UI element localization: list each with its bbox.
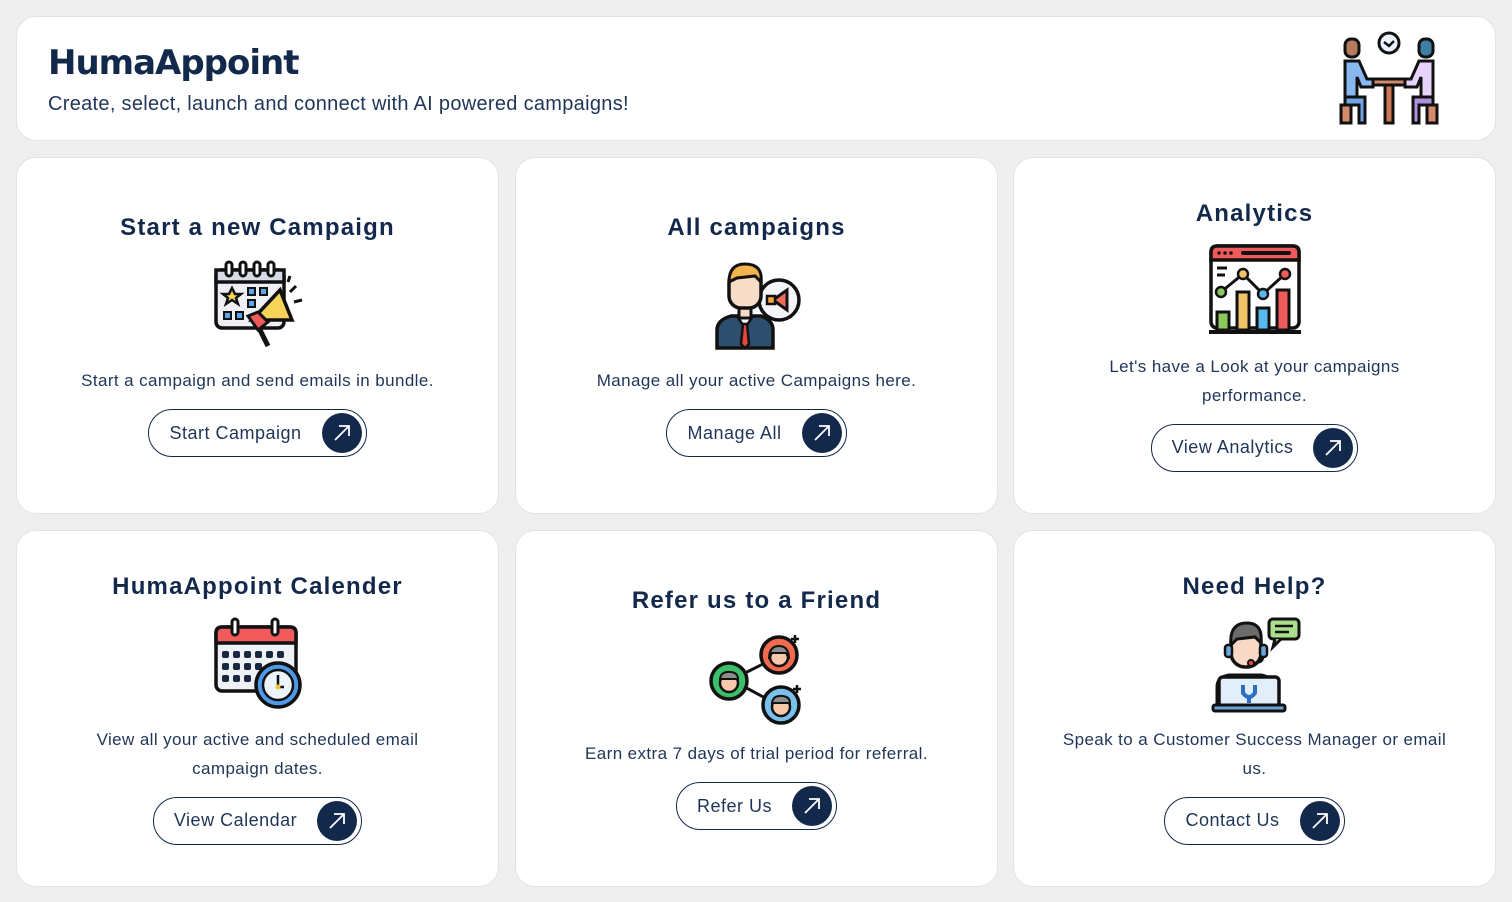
card-refer-friend: Refer us to a Friend Earn extra 7 days o… xyxy=(515,530,998,887)
card-description: View all your active and scheduled email… xyxy=(96,729,419,778)
analytics-chart-icon xyxy=(1208,243,1301,334)
card-title: Need Help? xyxy=(1182,572,1327,600)
arrow-up-right-icon xyxy=(317,800,358,841)
card-title: All campaigns xyxy=(667,214,846,241)
support-agent-icon xyxy=(1211,617,1300,712)
card-title: Refer us to a Friend xyxy=(631,587,882,614)
button-label: Contact Us xyxy=(1185,810,1280,830)
meeting-table-icon xyxy=(1339,31,1439,125)
card-description: Manage all your active Campaigns here. xyxy=(596,371,917,390)
businessman-megaphone-icon xyxy=(714,262,801,350)
card-analytics: Analytics Let's have a Look at your camp… xyxy=(1013,157,1496,514)
button-label: Start Campaign xyxy=(169,422,302,443)
arrow-up-right-icon xyxy=(1299,800,1340,841)
manage-all-button[interactable]: Manage All xyxy=(666,409,847,457)
arrow-up-right-icon xyxy=(792,786,832,826)
card-title: Start a new Campaign xyxy=(120,214,395,241)
card-start-campaign: Start a new Campaign Start a campaign an… xyxy=(16,157,499,514)
refer-us-button[interactable]: Refer Us xyxy=(675,782,837,830)
button-label: Manage All xyxy=(687,422,782,443)
button-label: Refer Us xyxy=(696,795,772,816)
button-label: View Calendar xyxy=(173,810,298,830)
calendar-clock-icon xyxy=(213,617,302,709)
card-description: Speak to a Customer Success Manager or e… xyxy=(1062,729,1447,778)
referral-network-icon xyxy=(708,635,801,725)
arrow-up-right-icon xyxy=(1313,427,1354,468)
contact-us-button[interactable]: Contact Us xyxy=(1164,796,1345,845)
card-description: Start a campaign and send emails in bund… xyxy=(81,371,434,390)
app-subtitle: Create, select, launch and connect with … xyxy=(48,93,629,115)
button-label: View Analytics xyxy=(1171,437,1294,457)
card-need-help: Need Help? Speak to a Customer Success M… xyxy=(1013,530,1496,887)
arrow-up-right-icon xyxy=(321,413,362,453)
arrow-up-right-icon xyxy=(801,413,842,453)
start-campaign-button[interactable]: Start Campaign xyxy=(148,409,367,457)
card-description: Earn extra 7 days of trial period for re… xyxy=(585,744,928,763)
card-title: HumaAppoint Calender xyxy=(112,572,403,600)
card-title: Analytics xyxy=(1195,199,1314,227)
calendar-megaphone-icon xyxy=(213,260,302,348)
view-analytics-button[interactable]: View Analytics xyxy=(1150,423,1359,472)
card-all-campaigns: All campaigns Manage all your active Cam… xyxy=(515,157,998,514)
header-banner: HumaAppoint Create, select, launch and c… xyxy=(16,16,1496,141)
card-calendar: HumaAppoint Calender View all your activ… xyxy=(16,530,499,887)
app-title: HumaAppoint xyxy=(48,43,299,83)
card-description: Let's have a Look at your campaigns perf… xyxy=(1109,356,1400,405)
view-calendar-button[interactable]: View Calendar xyxy=(152,796,363,845)
